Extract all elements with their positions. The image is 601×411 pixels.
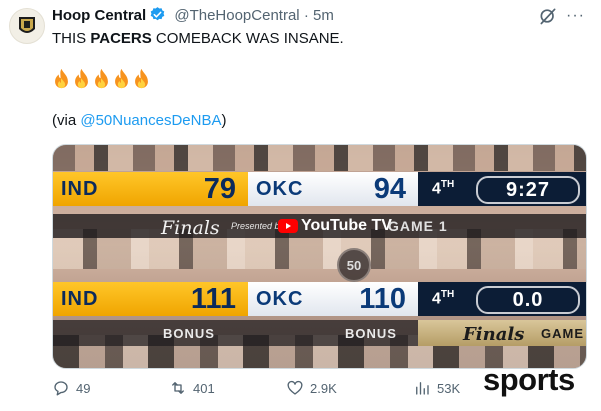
fire-icon bbox=[52, 68, 71, 90]
team1-panel: IND 79 bbox=[53, 172, 248, 206]
team1-abbr: IND bbox=[61, 177, 99, 200]
presented-by-label: Presented by bbox=[231, 221, 285, 231]
verified-badge-icon bbox=[149, 6, 166, 29]
fire-icon bbox=[72, 68, 91, 90]
crowd-background bbox=[53, 145, 586, 171]
team2-abbr: OKC bbox=[256, 287, 304, 310]
fire-icon bbox=[132, 68, 151, 90]
team2-abbr: OKC bbox=[256, 177, 304, 200]
via-mention-link[interactable]: @50NuancesDeNBA bbox=[80, 112, 221, 129]
team1-score: 111 bbox=[190, 282, 236, 315]
view-count: 53K bbox=[437, 380, 461, 396]
team2-score: 110 bbox=[359, 282, 406, 315]
separator-dot: · bbox=[303, 7, 309, 24]
user-handle[interactable]: @TheHoopCentral bbox=[174, 7, 299, 24]
repost-icon bbox=[172, 382, 184, 394]
finals-logo: Finals bbox=[463, 324, 525, 345]
nba-anniversary-logo: 50 bbox=[337, 248, 371, 282]
tweet-media-video[interactable]: IND 79 OKC 94 4TH 9:27 Finals Presented … bbox=[52, 144, 587, 369]
grok-icon[interactable] bbox=[538, 6, 558, 31]
fire-icon bbox=[112, 68, 131, 90]
fire-icon bbox=[92, 68, 111, 90]
like-button[interactable]: 2.9K bbox=[286, 379, 337, 397]
youtube-icon bbox=[278, 219, 298, 238]
heart-icon bbox=[287, 380, 303, 395]
tweet-header: Hoop Central @TheHoopCentral · 5m bbox=[52, 6, 334, 29]
reply-count: 49 bbox=[76, 380, 91, 396]
clock-panel: 4TH 0.0 bbox=[418, 282, 586, 316]
via-prefix: (via bbox=[52, 112, 81, 129]
sports-watermark: sports bbox=[483, 362, 575, 397]
team1-score: 79 bbox=[203, 172, 236, 205]
tweet-text-bold: PACERS bbox=[90, 30, 152, 47]
game-clock: 0.0 bbox=[476, 286, 580, 314]
sponsor-label: YouTube TV bbox=[301, 217, 392, 234]
repost-button[interactable]: 401 bbox=[169, 379, 215, 397]
finals-banner: Finals Presented by YouTube TV GAME 1 bbox=[53, 214, 586, 239]
timestamp[interactable]: 5m bbox=[313, 7, 334, 24]
reply-button[interactable]: 49 bbox=[52, 379, 90, 397]
hoop-central-logo-icon bbox=[19, 17, 35, 33]
reply-icon bbox=[54, 381, 68, 396]
game-number-label: GAME 1 bbox=[388, 218, 448, 234]
scoreboard-top: IND 79 OKC 94 4TH 9:27 bbox=[53, 172, 586, 206]
views-button[interactable]: 53K bbox=[413, 379, 460, 397]
period-label: 4TH bbox=[432, 179, 455, 198]
clock-panel: 4TH 9:27 bbox=[418, 172, 586, 206]
tweet-text-end: COMEBACK WAS INSANE. bbox=[151, 30, 344, 47]
repost-count: 401 bbox=[193, 380, 215, 396]
scoreboard-bottom: IND 111 OKC 110 4TH 0.0 bbox=[53, 282, 586, 316]
team1-abbr: IND bbox=[61, 287, 99, 310]
tweet-text-start: THIS bbox=[52, 30, 91, 47]
finals-logo: Finals bbox=[161, 217, 220, 239]
bonus-banner: BONUS BONUS Finals GAME bbox=[53, 320, 586, 346]
more-options-icon[interactable]: ··· bbox=[566, 6, 585, 26]
bonus-label-left: BONUS bbox=[163, 326, 215, 341]
avatar[interactable] bbox=[9, 8, 45, 44]
via-suffix: ) bbox=[221, 112, 227, 129]
bonus-label-right: BONUS bbox=[345, 326, 397, 341]
team2-score: 94 bbox=[373, 172, 406, 205]
team2-panel: OKC 94 bbox=[248, 172, 418, 206]
team1-panel: IND 111 bbox=[53, 282, 248, 316]
team2-panel: OKC 110 bbox=[248, 282, 418, 316]
game-label: GAME bbox=[541, 326, 584, 341]
via-credit: (via @50NuancesDeNBA) bbox=[52, 111, 226, 131]
like-count: 2.9K bbox=[310, 380, 337, 396]
display-name[interactable]: Hoop Central bbox=[52, 7, 146, 24]
views-chart-icon bbox=[416, 382, 429, 395]
period-label: 4TH bbox=[432, 289, 455, 308]
tweet-text: THIS PACERS COMEBACK WAS INSANE. bbox=[52, 29, 344, 49]
game-clock: 9:27 bbox=[476, 176, 580, 204]
fire-emoji-row bbox=[52, 68, 152, 90]
bonus-panel-left bbox=[53, 320, 248, 346]
